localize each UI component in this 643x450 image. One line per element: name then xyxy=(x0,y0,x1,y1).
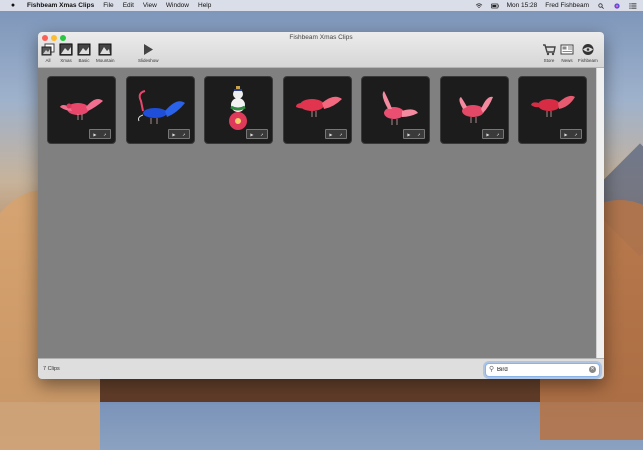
search-icon: ⚲ xyxy=(489,366,495,373)
clip-controls[interactable]: ▶ ➚ xyxy=(325,129,347,139)
toolbar-all-label: All xyxy=(45,58,51,63)
toolbar-fishbeam-label: Fishbeam xyxy=(578,58,598,63)
battery-icon[interactable] xyxy=(490,3,499,9)
toolbar-xmas-label: Xmas xyxy=(60,58,72,63)
basic-icon xyxy=(77,43,91,56)
search-input[interactable] xyxy=(497,365,587,375)
fishbeam-icon xyxy=(582,44,594,55)
play-icon[interactable]: ▶ xyxy=(250,132,253,137)
clip-tile[interactable]: ▶ ➚ xyxy=(440,76,509,144)
status-bar: 7 Clips ⚲ ✕ xyxy=(38,358,604,379)
siri-icon[interactable] xyxy=(613,2,621,9)
play-icon[interactable]: ▶ xyxy=(407,132,410,137)
play-icon xyxy=(144,44,154,55)
cart-icon xyxy=(543,44,556,56)
apple-menu-icon[interactable]: ● xyxy=(9,2,17,9)
play-icon[interactable]: ▶ xyxy=(564,132,567,137)
notification-center-icon[interactable] xyxy=(629,2,637,9)
window-title: Fishbeam Xmas Clips xyxy=(289,34,353,41)
toolbar-fishbeam-button[interactable]: Fishbeam xyxy=(578,43,598,63)
share-icon[interactable]: ➚ xyxy=(496,132,499,137)
vertical-scrollbar[interactable] xyxy=(596,68,604,358)
clear-search-icon[interactable]: ✕ xyxy=(589,366,596,373)
toolbar-news-button[interactable]: News xyxy=(560,43,574,63)
clip-tile[interactable]: ▶ ➚ xyxy=(126,76,195,144)
play-icon[interactable]: ▶ xyxy=(329,132,332,137)
share-icon[interactable]: ➚ xyxy=(574,132,577,137)
clip-controls[interactable]: ▶ ➚ xyxy=(168,129,190,139)
window-titlebar[interactable]: Fishbeam Xmas Clips All Xmas Basic Mount… xyxy=(38,32,604,68)
toolbar-mountain-label: Mountain xyxy=(96,58,115,63)
menu-edit[interactable]: Edit xyxy=(123,2,134,9)
toolbar-slideshow-button[interactable]: Slideshow xyxy=(138,43,159,63)
toolbar-store-button[interactable]: Store xyxy=(542,43,556,63)
toolbar-basic-button[interactable]: Basic xyxy=(77,43,91,63)
news-icon xyxy=(560,44,574,55)
clock[interactable]: Mon 15:28 xyxy=(507,2,538,9)
wifi-icon[interactable] xyxy=(475,2,483,9)
share-icon[interactable]: ➚ xyxy=(182,132,185,137)
menu-bar: ● Fishbeam Xmas Clips File Edit View Win… xyxy=(0,0,643,11)
toolbar-store-label: Store xyxy=(543,58,555,63)
xmas-icon xyxy=(59,43,73,56)
clip-controls[interactable]: ▶ ➚ xyxy=(246,129,268,139)
share-icon[interactable]: ➚ xyxy=(260,132,263,137)
toolbar-news-label: News xyxy=(561,58,573,63)
user-name[interactable]: Fred Fishbeam xyxy=(545,2,589,9)
toolbar-mountain-button[interactable]: Mountain xyxy=(96,43,115,63)
clip-controls[interactable]: ▶ ➚ xyxy=(482,129,504,139)
clip-controls[interactable]: ▶ ➚ xyxy=(560,129,582,139)
toolbar-basic-label: Basic xyxy=(78,58,90,63)
toolbar-xmas-button[interactable]: Xmas xyxy=(59,43,73,63)
menu-view[interactable]: View xyxy=(143,2,157,9)
spotlight-search-icon[interactable] xyxy=(597,2,605,9)
menu-file[interactable]: File xyxy=(103,2,113,9)
search-field[interactable]: ⚲ ✕ xyxy=(485,363,600,377)
clip-tile[interactable]: ▶ ➚ xyxy=(283,76,352,144)
play-icon[interactable]: ▶ xyxy=(172,132,175,137)
menu-app-name[interactable]: Fishbeam Xmas Clips xyxy=(27,2,94,9)
clip-tile[interactable]: ▶ ➚ xyxy=(361,76,430,144)
clips-grid: ▶ ➚ ▶ ➚ ▶ ➚ ▶ ➚ ▶ ➚ ▶ ➚ ▶ ➚ xyxy=(38,68,596,358)
app-window: Fishbeam Xmas Clips All Xmas Basic Mount… xyxy=(38,32,604,379)
play-icon[interactable]: ▶ xyxy=(93,132,96,137)
toolbar-slideshow-label: Slideshow xyxy=(138,58,159,63)
mountain-icon xyxy=(98,43,112,56)
share-icon[interactable]: ➚ xyxy=(417,132,420,137)
menu-help[interactable]: Help xyxy=(198,2,211,9)
clip-tile[interactable]: ▶ ➚ xyxy=(518,76,587,144)
menu-window[interactable]: Window xyxy=(166,2,189,9)
clip-count: 7 Clips xyxy=(43,366,60,372)
clip-tile[interactable]: ▶ ➚ xyxy=(204,76,273,144)
toolbar-all-button[interactable]: All xyxy=(41,43,55,63)
clip-controls[interactable]: ▶ ➚ xyxy=(89,129,111,139)
all-clips-icon xyxy=(41,43,55,56)
clip-controls[interactable]: ▶ ➚ xyxy=(403,129,425,139)
play-icon[interactable]: ▶ xyxy=(486,132,489,137)
share-icon[interactable]: ➚ xyxy=(103,132,106,137)
clip-tile[interactable]: ▶ ➚ xyxy=(47,76,116,144)
share-icon[interactable]: ➚ xyxy=(339,132,342,137)
